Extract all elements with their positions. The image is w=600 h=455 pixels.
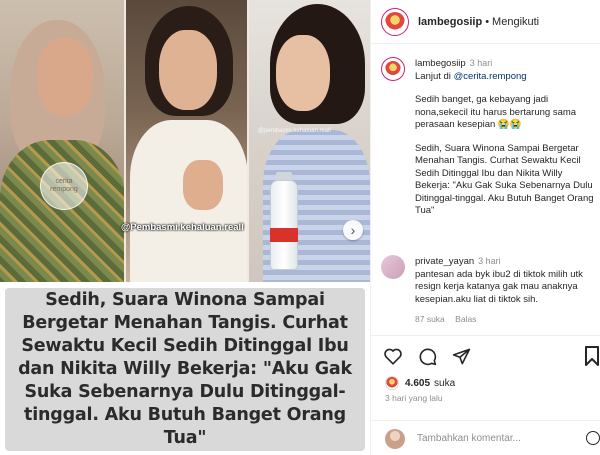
action-bar: 4.605 suka 3 hari yang lalu: [371, 335, 600, 455]
likes-summary[interactable]: 4.605 suka: [385, 376, 455, 390]
watermark-handle: @pembasmi.kehaluan.reall: [258, 128, 331, 134]
action-icons: [383, 346, 471, 366]
watermark-logo: cerita rempong: [40, 162, 88, 210]
caption-line-header: lambegosiip 3 hari: [415, 57, 595, 71]
watermark-logo-text: cerita rempong: [50, 178, 78, 193]
photo-collage: cerita rempong @pembasmi.kehaluan.reall …: [0, 0, 370, 282]
person-hand: [183, 160, 223, 210]
header-username[interactable]: lambegosiip: [418, 16, 482, 28]
handle-overlay: @Pembasmi.kehaluan.reall: [121, 222, 244, 233]
comment-composer: [371, 420, 600, 455]
panel-divider: [124, 0, 126, 282]
post-media[interactable]: cerita rempong @pembasmi.kehaluan.reall …: [0, 0, 370, 455]
comment-input[interactable]: [417, 433, 567, 444]
comment-button[interactable]: [417, 346, 437, 366]
bookmark-icon: [585, 346, 599, 366]
avatar[interactable]: [381, 255, 405, 279]
comment-reply-button[interactable]: Balas: [455, 314, 476, 324]
panel-divider: [247, 0, 249, 282]
caption-text: Sedih, Suara Winona Sampai Bergetar Mena…: [18, 290, 352, 448]
comment-icon: [419, 348, 436, 365]
likes-count: 4.605: [405, 377, 431, 389]
comments-list[interactable]: lambegosiip 3 hari Lanjut di @cerita.remp…: [371, 45, 600, 335]
chevron-right-icon: ›: [350, 222, 356, 238]
emoji-icon[interactable]: [586, 431, 600, 445]
continue-line: Lanjut di @cerita.rempong: [415, 71, 595, 84]
heart-icon: [384, 348, 402, 365]
like-button[interactable]: [383, 346, 403, 366]
avatar[interactable]: [381, 57, 405, 81]
post-header: lambegosiip • Mengikuti: [371, 0, 600, 44]
person-face: [276, 35, 330, 111]
continue-prefix: Lanjut di: [415, 70, 454, 82]
post-caption: lambegosiip 3 hari Lanjut di @cerita.remp…: [381, 57, 595, 218]
photo-panel-middle: [125, 0, 248, 282]
water-bottle: [270, 180, 298, 270]
caption-paragraph-1: Sedih banget, ga kebayang jadi nona,seke…: [415, 94, 577, 130]
posted-time: 3 hari yang lalu: [385, 393, 443, 403]
caption-username[interactable]: lambegosiip: [415, 58, 466, 69]
comment-text: pantesan ada byk ibu2 di tiktok milih ut…: [415, 268, 583, 305]
caption-box: Sedih, Suara Winona Sampai Bergetar Mena…: [5, 288, 365, 451]
save-button[interactable]: [585, 346, 599, 366]
person-face: [159, 30, 217, 110]
header-separator: •: [485, 15, 490, 28]
liker-avatar: [385, 376, 399, 390]
likes-suffix: suka: [434, 377, 456, 389]
profile-logo-icon: [385, 11, 405, 32]
continue-link[interactable]: @cerita.rempong: [454, 71, 527, 82]
comment-header: private_yayan 3 hari: [415, 255, 595, 269]
comment-likes[interactable]: 87 suka: [415, 314, 445, 324]
following-button[interactable]: Mengikuti: [492, 16, 539, 28]
next-slide-button[interactable]: ›: [343, 220, 363, 240]
caption-time: 3 hari: [469, 58, 493, 68]
bottle-label: [270, 228, 298, 242]
comment-item: private_yayan 3 hari pantesan ada byk ibu…: [381, 255, 595, 326]
comment-time: 3 hari: [478, 256, 501, 266]
avatar[interactable]: [381, 7, 409, 36]
comment-body: private_yayan 3 hari pantesan ada byk ibu…: [415, 255, 595, 326]
post-caption-body: lambegosiip 3 hari Lanjut di @cerita.remp…: [415, 57, 595, 218]
share-button[interactable]: [451, 346, 471, 366]
comment-meta: 87 suka Balas: [415, 313, 595, 326]
avatar: [385, 428, 405, 449]
photo-panel-left: cerita rempong: [0, 0, 125, 282]
profile-logo-icon: [385, 61, 401, 77]
post-sidebar: lambegosiip • Mengikuti lambegosiip 3 har…: [370, 0, 600, 455]
caption-paragraph-2: Sedih, Suara Winona Sampai Bergetar Mena…: [415, 142, 594, 217]
person-face: [37, 38, 93, 116]
comment-username[interactable]: private_yayan: [415, 256, 474, 267]
share-icon: [452, 348, 470, 364]
